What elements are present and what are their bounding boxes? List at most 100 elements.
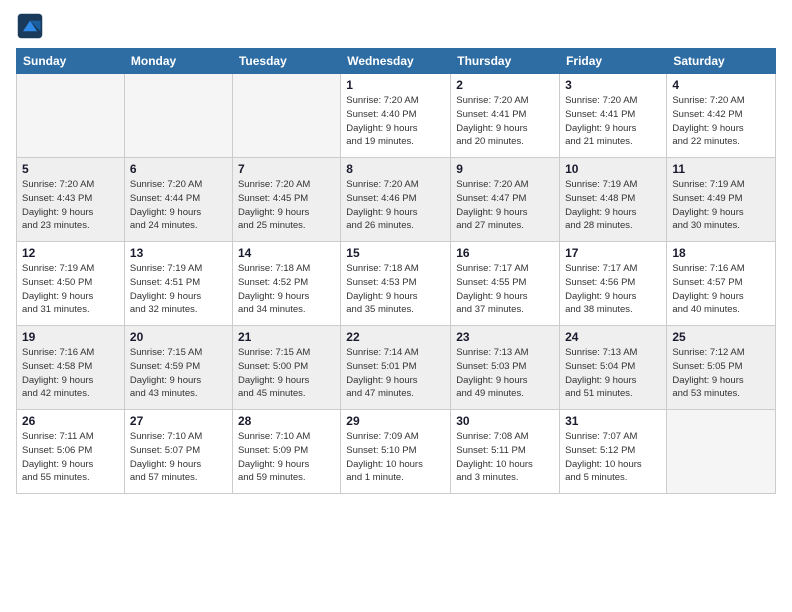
- day-info: Sunrise: 7:18 AM Sunset: 4:53 PM Dayligh…: [346, 262, 445, 317]
- calendar-cell: 8 Sunrise: 7:20 AM Sunset: 4:46 PM Daylig…: [341, 158, 451, 242]
- day-number: 28: [238, 414, 335, 428]
- day-info: Sunrise: 7:20 AM Sunset: 4:41 PM Dayligh…: [565, 94, 661, 149]
- calendar-cell: 9Sunrise: 7:20 AM Sunset: 4:47 PM Daylig…: [451, 158, 560, 242]
- weekday-friday: Friday: [560, 49, 667, 74]
- day-number: 25: [672, 330, 770, 344]
- weekday-saturday: Saturday: [667, 49, 776, 74]
- day-number: 5: [22, 162, 119, 176]
- calendar-cell: [232, 74, 340, 158]
- day-number: 23: [456, 330, 554, 344]
- calendar-cell: 24Sunrise: 7:13 AM Sunset: 5:04 PM Dayli…: [560, 326, 667, 410]
- day-number: 22: [346, 330, 445, 344]
- logo: [16, 12, 48, 40]
- calendar-cell: 1 Sunrise: 7:20 AM Sunset: 4:40 PM Daylig…: [341, 74, 451, 158]
- day-number: 16: [456, 246, 554, 260]
- day-number: 26: [22, 414, 119, 428]
- calendar-cell: 19Sunrise: 7:16 AM Sunset: 4:58 PM Dayli…: [17, 326, 125, 410]
- calendar-cell: 11Sunrise: 7:19 AM Sunset: 4:49 PM Dayli…: [667, 158, 776, 242]
- calendar-cell: [17, 74, 125, 158]
- day-info: Sunrise: 7:07 AM Sunset: 5:12 PM Dayligh…: [565, 430, 661, 485]
- calendar-week-3: 12 Sunrise: 7:19 AM Sunset: 4:50 PM Dayli…: [17, 242, 776, 326]
- calendar-table: SundayMondayTuesdayWednesdayThursdayFrid…: [16, 48, 776, 494]
- logo-icon: [16, 12, 44, 40]
- day-number: 21: [238, 330, 335, 344]
- day-info: Sunrise: 7:20 AM Sunset: 4:43 PM Dayligh…: [22, 178, 119, 233]
- calendar-cell: 23Sunrise: 7:13 AM Sunset: 5:03 PM Dayli…: [451, 326, 560, 410]
- calendar-cell: 29Sunrise: 7:09 AM Sunset: 5:10 PM Dayli…: [341, 410, 451, 494]
- day-number: 30: [456, 414, 554, 428]
- day-info: Sunrise: 7:19 AM Sunset: 4:50 PM Dayligh…: [22, 262, 119, 317]
- day-info: Sunrise: 7:20 AM Sunset: 4:46 PM Dayligh…: [346, 178, 445, 233]
- calendar-body: 1 Sunrise: 7:20 AM Sunset: 4:40 PM Daylig…: [17, 74, 776, 494]
- day-info: Sunrise: 7:14 AM Sunset: 5:01 PM Dayligh…: [346, 346, 445, 401]
- day-number: 9: [456, 162, 554, 176]
- weekday-thursday: Thursday: [451, 49, 560, 74]
- calendar-cell: 3 Sunrise: 7:20 AM Sunset: 4:41 PM Daylig…: [560, 74, 667, 158]
- day-number: 20: [130, 330, 227, 344]
- day-info: Sunrise: 7:19 AM Sunset: 4:49 PM Dayligh…: [672, 178, 770, 233]
- day-info: Sunrise: 7:19 AM Sunset: 4:48 PM Dayligh…: [565, 178, 661, 233]
- calendar-cell: 6Sunrise: 7:20 AM Sunset: 4:44 PM Daylig…: [124, 158, 232, 242]
- day-number: 29: [346, 414, 445, 428]
- day-info: Sunrise: 7:20 AM Sunset: 4:40 PM Dayligh…: [346, 94, 445, 149]
- calendar-cell: 16 Sunrise: 7:17 AM Sunset: 4:55 PM Dayli…: [451, 242, 560, 326]
- weekday-tuesday: Tuesday: [232, 49, 340, 74]
- day-info: Sunrise: 7:18 AM Sunset: 4:52 PM Dayligh…: [238, 262, 335, 317]
- calendar-cell: 12 Sunrise: 7:19 AM Sunset: 4:50 PM Dayli…: [17, 242, 125, 326]
- weekday-header-row: SundayMondayTuesdayWednesdayThursdayFrid…: [17, 49, 776, 74]
- calendar-cell: 7 Sunrise: 7:20 AM Sunset: 4:45 PM Daylig…: [232, 158, 340, 242]
- day-number: 3: [565, 78, 661, 92]
- day-number: 4: [672, 78, 770, 92]
- calendar-cell: 17 Sunrise: 7:17 AM Sunset: 4:56 PM Dayli…: [560, 242, 667, 326]
- page-header: [16, 12, 776, 40]
- calendar-cell: 20 Sunrise: 7:15 AM Sunset: 4:59 PM Dayli…: [124, 326, 232, 410]
- calendar-cell: 10 Sunrise: 7:19 AM Sunset: 4:48 PM Dayli…: [560, 158, 667, 242]
- day-number: 8: [346, 162, 445, 176]
- calendar-cell: 15 Sunrise: 7:18 AM Sunset: 4:53 PM Dayli…: [341, 242, 451, 326]
- day-number: 31: [565, 414, 661, 428]
- calendar-cell: 30 Sunrise: 7:08 AM Sunset: 5:11 PM Dayli…: [451, 410, 560, 494]
- day-number: 17: [565, 246, 661, 260]
- day-info: Sunrise: 7:08 AM Sunset: 5:11 PM Dayligh…: [456, 430, 554, 485]
- calendar-cell: 27 Sunrise: 7:10 AM Sunset: 5:07 PM Dayli…: [124, 410, 232, 494]
- day-info: Sunrise: 7:20 AM Sunset: 4:42 PM Dayligh…: [672, 94, 770, 149]
- calendar-week-4: 19Sunrise: 7:16 AM Sunset: 4:58 PM Dayli…: [17, 326, 776, 410]
- day-number: 24: [565, 330, 661, 344]
- calendar-cell: 18 Sunrise: 7:16 AM Sunset: 4:57 PM Dayli…: [667, 242, 776, 326]
- day-info: Sunrise: 7:15 AM Sunset: 5:00 PM Dayligh…: [238, 346, 335, 401]
- day-info: Sunrise: 7:12 AM Sunset: 5:05 PM Dayligh…: [672, 346, 770, 401]
- day-info: Sunrise: 7:20 AM Sunset: 4:45 PM Dayligh…: [238, 178, 335, 233]
- day-number: 13: [130, 246, 227, 260]
- calendar-cell: 26 Sunrise: 7:11 AM Sunset: 5:06 PM Dayli…: [17, 410, 125, 494]
- calendar-cell: 14 Sunrise: 7:18 AM Sunset: 4:52 PM Dayli…: [232, 242, 340, 326]
- day-number: 7: [238, 162, 335, 176]
- day-info: Sunrise: 7:16 AM Sunset: 4:57 PM Dayligh…: [672, 262, 770, 317]
- calendar-week-5: 26 Sunrise: 7:11 AM Sunset: 5:06 PM Dayli…: [17, 410, 776, 494]
- calendar-cell: 25 Sunrise: 7:12 AM Sunset: 5:05 PM Dayli…: [667, 326, 776, 410]
- day-info: Sunrise: 7:10 AM Sunset: 5:07 PM Dayligh…: [130, 430, 227, 485]
- day-info: Sunrise: 7:16 AM Sunset: 4:58 PM Dayligh…: [22, 346, 119, 401]
- calendar-cell: [124, 74, 232, 158]
- calendar-cell: 4 Sunrise: 7:20 AM Sunset: 4:42 PM Daylig…: [667, 74, 776, 158]
- day-info: Sunrise: 7:17 AM Sunset: 4:55 PM Dayligh…: [456, 262, 554, 317]
- calendar-week-2: 5 Sunrise: 7:20 AM Sunset: 4:43 PM Daylig…: [17, 158, 776, 242]
- day-number: 14: [238, 246, 335, 260]
- weekday-monday: Monday: [124, 49, 232, 74]
- day-info: Sunrise: 7:10 AM Sunset: 5:09 PM Dayligh…: [238, 430, 335, 485]
- day-number: 27: [130, 414, 227, 428]
- day-info: Sunrise: 7:17 AM Sunset: 4:56 PM Dayligh…: [565, 262, 661, 317]
- calendar-cell: 5 Sunrise: 7:20 AM Sunset: 4:43 PM Daylig…: [17, 158, 125, 242]
- calendar-cell: 21 Sunrise: 7:15 AM Sunset: 5:00 PM Dayli…: [232, 326, 340, 410]
- day-number: 10: [565, 162, 661, 176]
- day-info: Sunrise: 7:20 AM Sunset: 4:44 PM Dayligh…: [130, 178, 227, 233]
- day-info: Sunrise: 7:11 AM Sunset: 5:06 PM Dayligh…: [22, 430, 119, 485]
- day-number: 12: [22, 246, 119, 260]
- day-number: 1: [346, 78, 445, 92]
- day-info: Sunrise: 7:19 AM Sunset: 4:51 PM Dayligh…: [130, 262, 227, 317]
- day-info: Sunrise: 7:15 AM Sunset: 4:59 PM Dayligh…: [130, 346, 227, 401]
- weekday-sunday: Sunday: [17, 49, 125, 74]
- day-number: 15: [346, 246, 445, 260]
- calendar-cell: 22 Sunrise: 7:14 AM Sunset: 5:01 PM Dayli…: [341, 326, 451, 410]
- day-number: 18: [672, 246, 770, 260]
- calendar-week-1: 1 Sunrise: 7:20 AM Sunset: 4:40 PM Daylig…: [17, 74, 776, 158]
